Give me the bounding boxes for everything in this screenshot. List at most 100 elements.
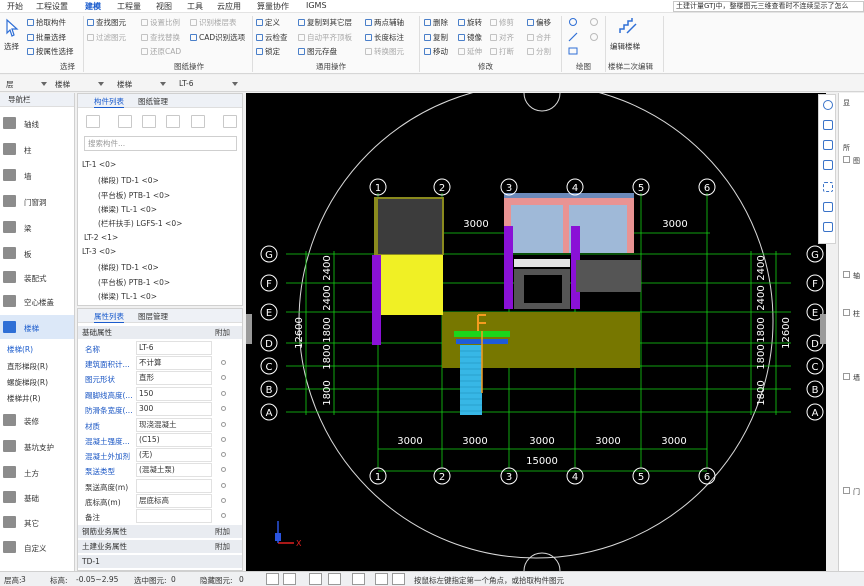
- prop-row[interactable]: 材质 现浇混凝土: [78, 418, 242, 433]
- tab-drawing-manage[interactable]: 图纸管理: [138, 96, 168, 107]
- prop-row[interactable]: 底标高(m) 层底标高: [78, 494, 242, 509]
- copy-icon[interactable]: [118, 115, 132, 128]
- floor-select[interactable]: 层: [6, 79, 14, 90]
- chevron-down-icon[interactable]: [232, 82, 238, 86]
- tab-igms[interactable]: IGMS: [306, 1, 327, 10]
- checkbox[interactable]: [221, 360, 226, 365]
- align-button[interactable]: 对齐: [490, 32, 514, 43]
- batch-select-button[interactable]: 批量选择: [27, 32, 66, 43]
- tab-start[interactable]: 开始: [7, 1, 23, 12]
- group-td1[interactable]: TD-1: [78, 555, 242, 568]
- checkbox[interactable]: [221, 467, 226, 472]
- convert-element-button[interactable]: 转换图元: [365, 46, 404, 57]
- nav-item-column[interactable]: 柱: [0, 137, 74, 161]
- nav-item-earthwork[interactable]: 土方: [0, 460, 74, 484]
- tab-collaboration[interactable]: 算量协作: [257, 1, 289, 12]
- find-replace-button[interactable]: 查找替换: [141, 32, 180, 43]
- nav-item-axis[interactable]: 轴线: [0, 111, 74, 135]
- save-element-button[interactable]: 图元存盘: [298, 46, 337, 57]
- display-checkbox[interactable]: [843, 271, 850, 278]
- offset-button[interactable]: 偏移: [527, 17, 551, 28]
- sub-item-stair[interactable]: 楼梯(R): [7, 344, 33, 355]
- pick-component-button[interactable]: 拾取构件: [27, 17, 66, 28]
- checkbox[interactable]: [221, 375, 226, 380]
- prop-row[interactable]: 备注: [78, 509, 242, 524]
- track-icon[interactable]: [392, 573, 405, 585]
- define-button[interactable]: 定义: [256, 17, 280, 28]
- merge-button[interactable]: 合并: [527, 32, 551, 43]
- nav-item-hollow-floor[interactable]: 空心楼盖: [0, 289, 74, 313]
- tab-quantity[interactable]: 工程量: [117, 1, 141, 12]
- group-rebar-props[interactable]: 钢筋业务属性 附加: [78, 525, 242, 538]
- grid-icon[interactable]: [375, 573, 388, 585]
- prop-row[interactable]: 防滑条宽度(... 300: [78, 402, 242, 417]
- checkbox[interactable]: [221, 406, 226, 411]
- prop-row[interactable]: 图元形状 直形: [78, 371, 242, 386]
- copy-to-layer-button[interactable]: 复制到其它层: [298, 17, 352, 28]
- collapse-right-handle[interactable]: [820, 314, 826, 344]
- prop-row[interactable]: 泵送类型 (混凝土泵): [78, 463, 242, 478]
- chevron-down-icon[interactable]: [160, 82, 166, 86]
- layer-view-icon[interactable]: [823, 140, 833, 150]
- select-arrow-icon[interactable]: [4, 18, 20, 38]
- prop-row[interactable]: 混凝土强度... (C15): [78, 433, 242, 448]
- chevron-down-icon[interactable]: [41, 82, 47, 86]
- angle-icon[interactable]: [328, 573, 341, 585]
- prop-row[interactable]: 泵送高度(m): [78, 479, 242, 494]
- nav-item-finish[interactable]: 装修: [0, 408, 74, 432]
- group-basic-props[interactable]: 基础属性 附加: [78, 326, 242, 339]
- tab-component-list[interactable]: 构件列表: [94, 96, 124, 108]
- nav-item-wall[interactable]: 墙: [0, 163, 74, 187]
- restore-cad-button[interactable]: 还原CAD: [141, 46, 181, 57]
- nav-item-excavation[interactable]: 基坑支护: [0, 434, 74, 458]
- checkbox[interactable]: [221, 498, 226, 503]
- group-civil-props[interactable]: 土建业务属性 附加: [78, 540, 242, 553]
- gear-icon[interactable]: [823, 202, 833, 212]
- tab-view[interactable]: 视图: [156, 1, 172, 12]
- tree-node[interactable]: LT-1 <0>: [82, 160, 116, 169]
- display-checkbox[interactable]: [843, 156, 850, 163]
- checkbox[interactable]: [221, 437, 226, 442]
- delete-button[interactable]: 删除: [424, 17, 448, 28]
- zoom-extent-icon[interactable]: [823, 182, 833, 192]
- type-select[interactable]: 楼梯: [117, 79, 132, 90]
- checkbox[interactable]: [221, 422, 226, 427]
- tab-cloud[interactable]: 云应用: [217, 1, 241, 12]
- more-icon[interactable]: [223, 115, 237, 128]
- sub-item-spiral-flight[interactable]: 螺旋梯段(R): [7, 377, 48, 388]
- display-checkbox[interactable]: [843, 373, 850, 380]
- tree-node[interactable]: (平台板) PTB-1 <0>: [98, 277, 170, 288]
- nav-item-slab[interactable]: 板: [0, 241, 74, 265]
- cross-icon[interactable]: [309, 573, 322, 585]
- checkbox[interactable]: [221, 391, 226, 396]
- tree-node[interactable]: (梯段) TD-1 <0>: [98, 262, 159, 273]
- filter-element-button[interactable]: 过滤图元: [87, 32, 126, 43]
- notice-banner[interactable]: 土建计量GTJ中，整楼图元三维查看时不连续显示了怎么: [673, 1, 864, 12]
- ortho-icon[interactable]: [266, 573, 279, 585]
- tree-node[interactable]: (梯梁) TL-1 <0>: [98, 291, 157, 302]
- layer-icon[interactable]: [166, 115, 180, 128]
- fullscreen-icon[interactable]: [823, 222, 833, 232]
- trim-button[interactable]: 修剪: [490, 17, 514, 28]
- tree-node[interactable]: (平台板) PTB-1 <0>: [98, 190, 170, 201]
- select-by-attr-button[interactable]: 按属性选择: [27, 46, 74, 57]
- identify-floor-table-button[interactable]: 识别楼层表: [190, 17, 237, 28]
- mirror-button[interactable]: 镜像: [458, 32, 482, 43]
- set-scale-button[interactable]: 设置比例: [141, 17, 180, 28]
- find-element-button[interactable]: 查找图元: [87, 17, 126, 28]
- length-dim-button[interactable]: 长度标注: [365, 32, 404, 43]
- filter-icon[interactable]: [191, 115, 205, 128]
- tab-property-list[interactable]: 属性列表: [94, 311, 124, 323]
- collapse-left-handle[interactable]: [246, 314, 252, 344]
- nav-item-prefab[interactable]: 装配式: [0, 265, 74, 289]
- drawing-canvas[interactable]: 1 2 3 4 5 6 1 2 3 4 5 6 G F E D C B A G …: [246, 93, 826, 571]
- draw-tools[interactable]: [567, 17, 603, 57]
- display-checkbox[interactable]: [843, 309, 850, 316]
- display-checkbox[interactable]: [843, 487, 850, 494]
- extend-button[interactable]: 延伸: [458, 46, 482, 57]
- nav-item-foundation[interactable]: 基础: [0, 485, 74, 509]
- cube-icon[interactable]: [823, 160, 833, 170]
- edit-stair-button[interactable]: 编辑楼梯: [610, 41, 640, 52]
- nav-item-stair[interactable]: 楼梯: [0, 315, 74, 339]
- checkbox[interactable]: [221, 452, 226, 457]
